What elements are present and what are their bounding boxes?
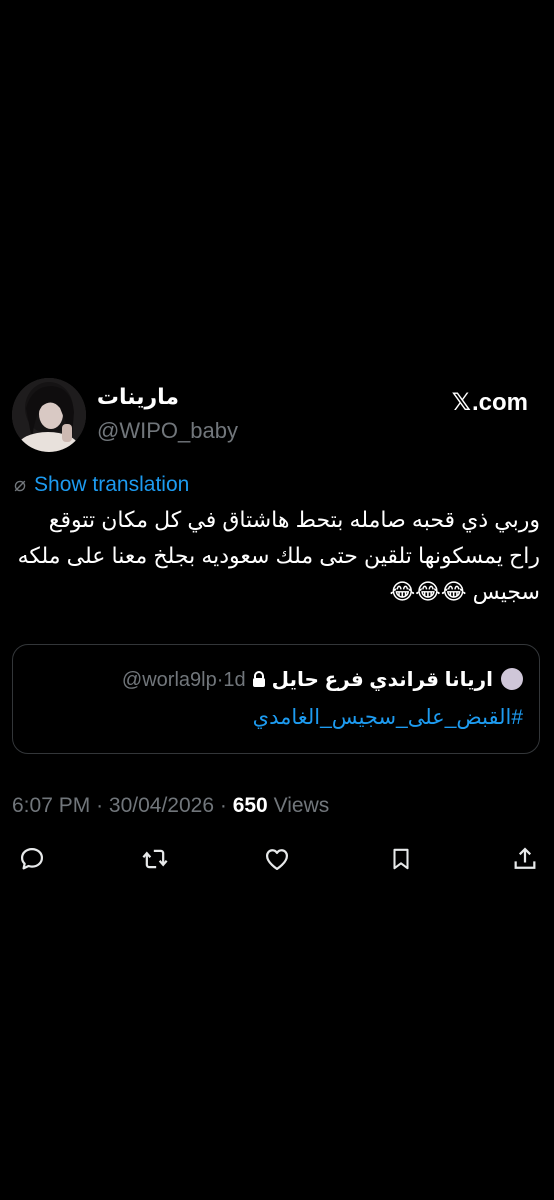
share-icon[interactable] (508, 842, 542, 876)
x-logo-icon: 𝕏 (451, 388, 471, 416)
tweet-date[interactable]: 30/04/2026 (109, 794, 214, 817)
tweet-card: مارينات @WIPO_baby 𝕏.com ⌀ Show translati… (0, 376, 554, 871)
tweet-header: مارينات @WIPO_baby 𝕏.com (0, 376, 554, 456)
x-brand-logo: 𝕏.com (452, 388, 528, 417)
tweet-time[interactable]: 6:07 PM (12, 794, 90, 817)
quoted-hashtag[interactable]: #القبض_على_سجيس_الغامدي (253, 705, 523, 730)
show-translation-label: Show translation (34, 473, 190, 496)
bookmark-icon[interactable] (384, 842, 418, 876)
reply-icon[interactable] (15, 842, 49, 876)
views-label: Views (273, 794, 330, 817)
quoted-tweet-header: اريانا قراندي فرع حايل@worla9lp·1d (122, 667, 523, 694)
user-handle[interactable]: @WIPO_baby (97, 418, 238, 444)
display-name[interactable]: مارينات (97, 384, 179, 410)
meta-separator: · (96, 794, 104, 817)
translate-globe-icon: ⌀ (14, 474, 27, 496)
quoted-avatar (501, 668, 523, 690)
quoted-tweet[interactable]: اريانا قراندي فرع حايل@worla9lp·1d #القب… (12, 644, 540, 754)
meta-separator: · (219, 794, 227, 817)
show-translation-link[interactable]: ⌀ Show translation (14, 472, 189, 497)
avatar[interactable] (12, 378, 86, 452)
quoted-display-name: اريانا قراندي فرع حايل (271, 669, 493, 691)
views-count: 650 (232, 794, 268, 817)
quoted-handle: @worla9lp (121, 669, 217, 691)
tweet-meta: 6:07 PM · 30/04/2026 · 650 Views (12, 794, 329, 818)
quoted-time: 1d (223, 669, 246, 691)
lock-icon (252, 671, 266, 694)
like-icon[interactable] (260, 842, 294, 876)
action-bar (0, 842, 554, 878)
repost-icon[interactable] (138, 842, 172, 876)
brand-domain: .com (471, 389, 528, 416)
tweet-text: وربي ذي قحبه صامله بتحط هاشتاق في كل مكا… (17, 507, 540, 604)
